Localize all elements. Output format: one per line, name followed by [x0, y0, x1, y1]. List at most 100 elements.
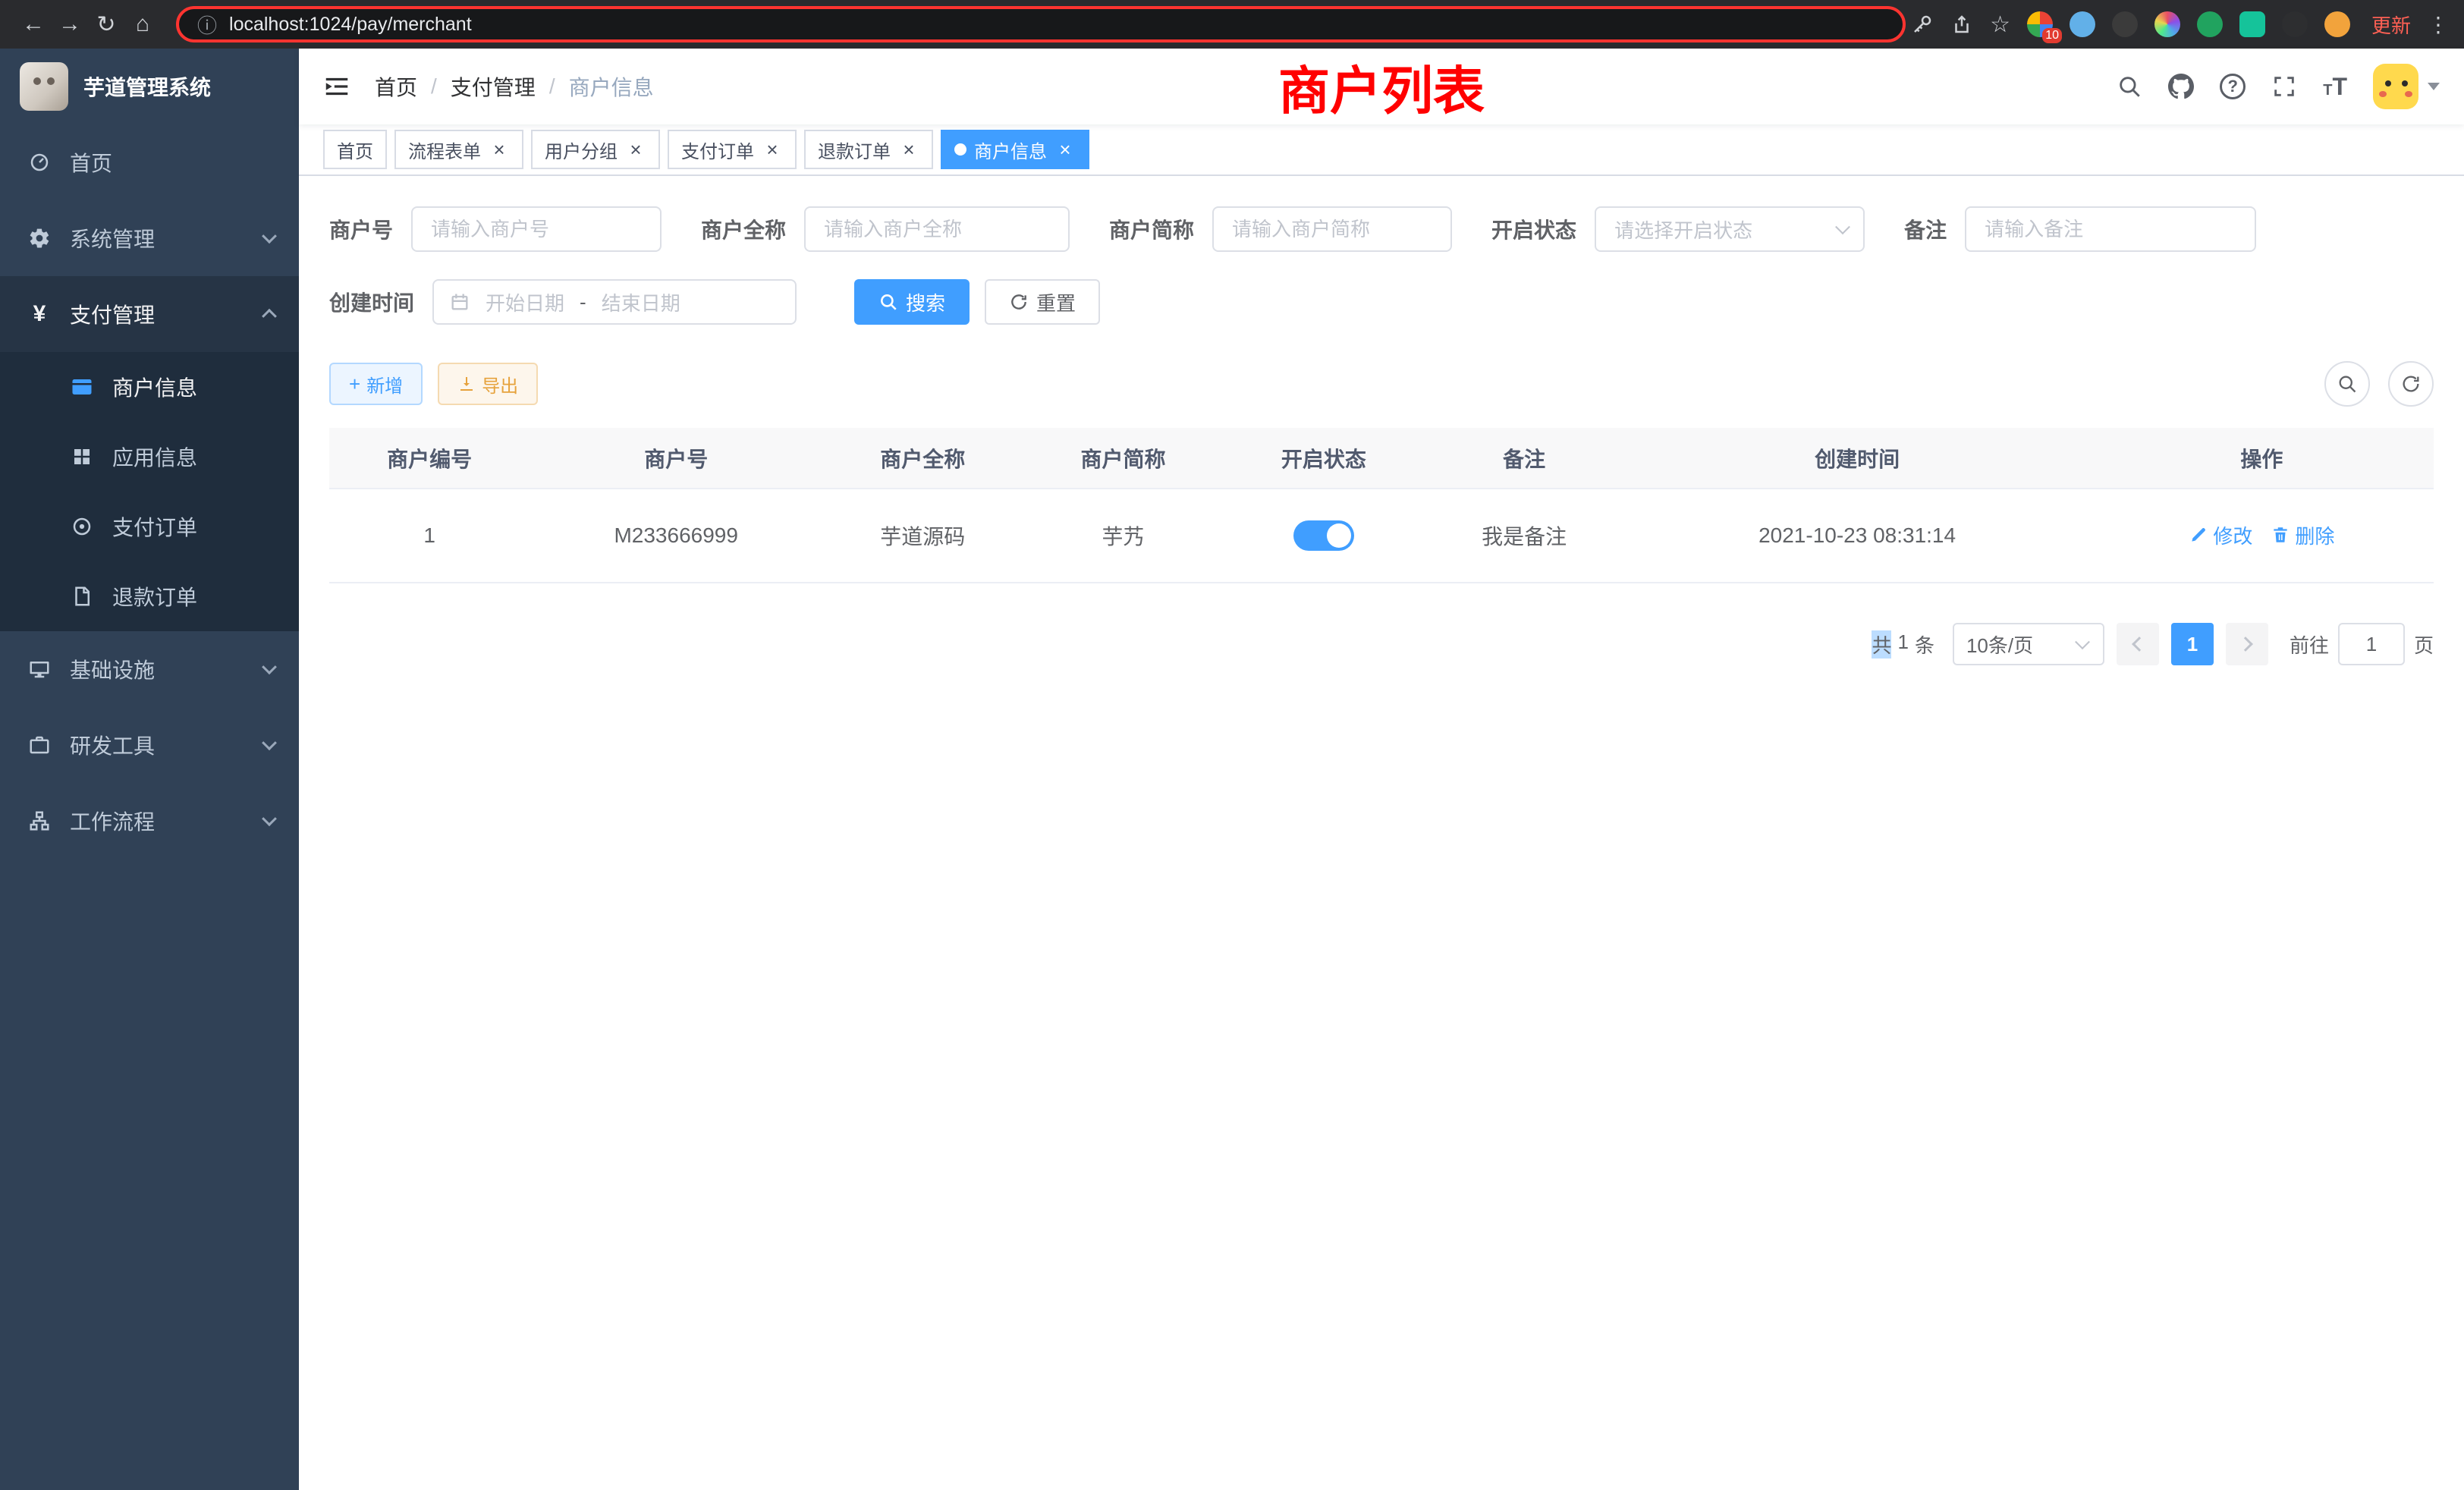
- sidebar-item-application-info[interactable]: 应用信息: [0, 422, 299, 492]
- sidebar-item-label: 研发工具: [70, 730, 155, 760]
- edit-link[interactable]: 修改: [2189, 521, 2252, 549]
- toolbox-icon: [27, 733, 52, 757]
- column-header: 商户全称: [822, 428, 1023, 489]
- merchant-no-input[interactable]: [411, 206, 662, 252]
- extension-icon[interactable]: [2282, 11, 2308, 37]
- refresh-table-button[interactable]: [2388, 361, 2434, 407]
- sidebar-item-refund-order[interactable]: 退款订单: [0, 561, 299, 631]
- short-name-input[interactable]: [1212, 206, 1452, 252]
- fullscreen-icon[interactable]: [2271, 74, 2297, 99]
- extension-icon[interactable]: [2197, 11, 2223, 37]
- cell-create-time: 2021-10-23 08:31:14: [1624, 489, 2090, 583]
- sidebar-item-merchant-info[interactable]: 商户信息: [0, 352, 299, 422]
- column-header: 备注: [1424, 428, 1624, 489]
- tab-pay-order[interactable]: 支付订单 ×: [668, 130, 797, 169]
- extension-icon[interactable]: [2239, 11, 2265, 37]
- close-icon[interactable]: ×: [489, 139, 510, 160]
- back-button[interactable]: ←: [15, 11, 52, 37]
- sidebar: 芋道管理系统 首页 系统管理 ¥ 支付管: [0, 49, 299, 1490]
- extension-icon[interactable]: 10: [2027, 11, 2053, 37]
- column-header: 商户号: [530, 428, 822, 489]
- close-icon[interactable]: ×: [898, 139, 919, 160]
- extension-icon[interactable]: [2070, 11, 2095, 37]
- chevron-down-icon: [2075, 634, 2090, 649]
- refresh-icon: [1009, 292, 1029, 312]
- chevron-down-icon[interactable]: [2428, 83, 2440, 90]
- page-size-select[interactable]: 10条/页: [1953, 623, 2104, 665]
- sidebar-item-infrastructure[interactable]: 基础设施: [0, 631, 299, 707]
- app-title: 芋道管理系统: [83, 71, 211, 102]
- close-icon[interactable]: ×: [625, 139, 646, 160]
- extension-badge: 10: [2042, 28, 2062, 43]
- page-number-current[interactable]: 1: [2171, 623, 2214, 665]
- plus-icon: +: [349, 374, 360, 394]
- goto-label: 前往: [2290, 630, 2329, 659]
- next-page-button[interactable]: [2226, 623, 2268, 665]
- full-name-input[interactable]: [804, 206, 1070, 252]
- sidebar-item-payment[interactable]: ¥ 支付管理: [0, 276, 299, 352]
- reload-button[interactable]: ↻: [88, 11, 124, 38]
- delete-link[interactable]: 删除: [2271, 521, 2334, 549]
- document-icon: [70, 584, 94, 608]
- cell-remark: 我是备注: [1424, 489, 1624, 583]
- breadcrumb-separator: /: [549, 74, 555, 99]
- trash-icon: [2271, 525, 2290, 545]
- breadcrumb-section[interactable]: 支付管理: [451, 71, 536, 102]
- close-icon[interactable]: ×: [1054, 139, 1076, 160]
- export-button[interactable]: 导出: [438, 363, 538, 405]
- app-layout: 芋道管理系统 首页 系统管理 ¥ 支付管: [0, 49, 2464, 1490]
- browser-menu-icon[interactable]: ⋮: [2428, 12, 2449, 37]
- browser-update-button[interactable]: 更新: [2371, 11, 2411, 39]
- sidebar-item-label: 工作流程: [70, 806, 155, 836]
- tab-user-group[interactable]: 用户分组 ×: [531, 130, 660, 169]
- sidebar-item-workflow[interactable]: 工作流程: [0, 783, 299, 859]
- date-range-picker[interactable]: 开始日期 - 结束日期: [432, 279, 797, 325]
- url-text: localhost:1024/pay/merchant: [229, 14, 472, 36]
- tab-refund-order[interactable]: 退款订单 ×: [804, 130, 933, 169]
- share-icon[interactable]: [1950, 13, 1973, 36]
- main-area: 首页 / 支付管理 / 商户信息 商户列表 ?: [299, 49, 2464, 1490]
- add-button[interactable]: + 新增: [329, 363, 423, 405]
- date-end-placeholder[interactable]: 结束日期: [602, 288, 680, 316]
- status-toggle[interactable]: [1293, 520, 1354, 551]
- help-icon[interactable]: ?: [2220, 74, 2246, 99]
- tab-home[interactable]: 首页: [323, 130, 387, 169]
- date-start-placeholder[interactable]: 开始日期: [486, 288, 564, 316]
- extension-icon[interactable]: [2324, 11, 2350, 37]
- address-bar[interactable]: ⓘ localhost:1024/pay/merchant: [176, 6, 1906, 42]
- close-icon[interactable]: ×: [762, 139, 783, 160]
- sidebar-item-devtools[interactable]: 研发工具: [0, 707, 299, 783]
- sidebar-toggle-icon[interactable]: [299, 49, 375, 124]
- app-logo[interactable]: 芋道管理系统: [0, 49, 299, 124]
- column-header: 开启状态: [1224, 428, 1424, 489]
- search-icon[interactable]: [2117, 74, 2142, 99]
- font-size-icon[interactable]: TT: [2323, 73, 2347, 101]
- total-suffix: 条: [1915, 630, 1934, 659]
- tab-process-form[interactable]: 流程表单 ×: [394, 130, 523, 169]
- bookmark-star-icon[interactable]: ☆: [1990, 11, 2010, 38]
- extension-icon[interactable]: [2112, 11, 2138, 37]
- reset-button[interactable]: 重置: [985, 279, 1100, 325]
- extension-icon[interactable]: [2154, 11, 2180, 37]
- search-button[interactable]: 搜索: [854, 279, 970, 325]
- remark-input[interactable]: [1965, 206, 2256, 252]
- calendar-icon: [449, 291, 470, 313]
- password-key-icon[interactable]: [1911, 13, 1934, 36]
- red-annotation-title: 商户列表: [1278, 49, 1485, 124]
- sidebar-item-pay-order[interactable]: 支付订单: [0, 492, 299, 561]
- prev-page-button[interactable]: [2117, 623, 2159, 665]
- forward-button[interactable]: →: [52, 11, 88, 37]
- total-prefix: 共: [1872, 630, 1891, 659]
- info-icon[interactable]: ⓘ: [197, 11, 217, 39]
- tab-merchant-info[interactable]: 商户信息 ×: [941, 130, 1089, 169]
- github-icon[interactable]: [2168, 74, 2194, 99]
- status-select[interactable]: 请选择开启状态: [1595, 206, 1865, 252]
- user-menu[interactable]: [2373, 64, 2440, 109]
- sidebar-item-system[interactable]: 系统管理: [0, 200, 299, 276]
- breadcrumb-home[interactable]: 首页: [375, 71, 417, 102]
- sidebar-item-home[interactable]: 首页: [0, 124, 299, 200]
- home-button[interactable]: ⌂: [124, 11, 161, 37]
- goto-page-input[interactable]: [2338, 623, 2405, 665]
- avatar[interactable]: [2373, 64, 2418, 109]
- toggle-search-button[interactable]: [2324, 361, 2370, 407]
